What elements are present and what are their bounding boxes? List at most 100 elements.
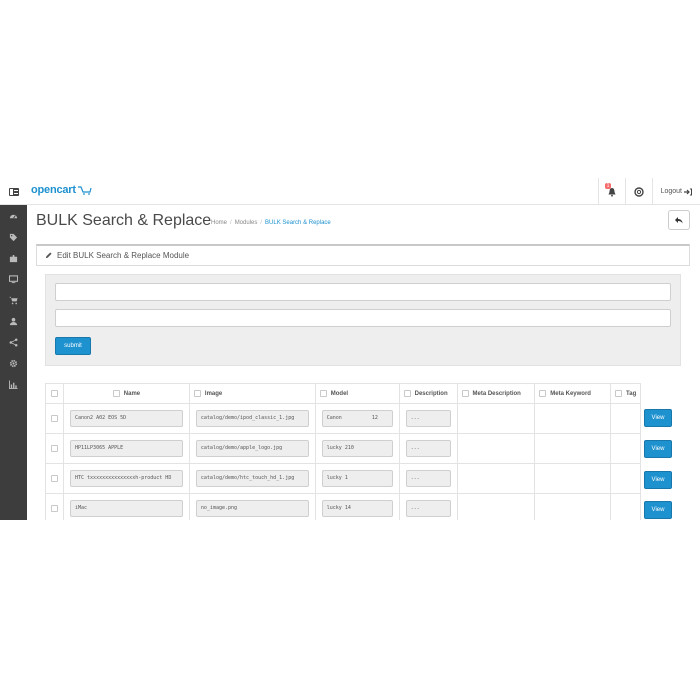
opencart-logo[interactable]: opencart xyxy=(31,184,92,196)
sidebar-item-dashboard[interactable] xyxy=(7,210,19,222)
name-field[interactable]: iMac xyxy=(70,500,183,517)
cart-icon xyxy=(8,296,18,304)
description-field[interactable]: ... xyxy=(405,500,451,517)
table-row: Canon2 A02 EOS 5D catalog/demo/ipod_clas… xyxy=(45,403,641,434)
meta-keyword-cell xyxy=(534,403,612,434)
sidebar-item-reports[interactable] xyxy=(7,378,19,390)
image-field[interactable]: catalog/demo/ipod_classic_1.jpg xyxy=(195,410,309,427)
dashboard-icon xyxy=(9,214,17,219)
sidebar xyxy=(0,205,27,520)
model-field[interactable]: lucky 1 xyxy=(321,470,393,487)
logout-label: Logout xyxy=(660,188,682,195)
products-table: Name Image Model Description Meta Descri… xyxy=(45,383,641,520)
name-field[interactable]: HTC txxxxxxxxxxxxxxxh-product HD xyxy=(70,470,183,487)
column-checkbox-tag[interactable] xyxy=(615,389,623,397)
name-field[interactable]: HP11LP3065 APPLE xyxy=(70,440,183,457)
search-replace-form: submit xyxy=(45,274,681,366)
image-field[interactable]: catalog/demo/apple_logo.jpg xyxy=(195,440,309,457)
name-field[interactable]: Canon2 A02 EOS 5D xyxy=(70,410,183,427)
model-field[interactable]: lucky 14 xyxy=(321,500,393,517)
sidebar-item-customers[interactable] xyxy=(7,315,19,327)
column-label-meta-description: Meta Description xyxy=(472,391,521,398)
meta-keyword-cell xyxy=(534,463,612,494)
column-header-tag: Tag xyxy=(610,383,641,404)
replace-input[interactable] xyxy=(55,309,671,327)
breadcrumb-separator: / xyxy=(260,220,263,226)
notification-badge: 1 xyxy=(604,183,612,189)
meta-description-cell xyxy=(456,493,536,520)
user-icon xyxy=(9,317,17,325)
bar-chart-icon xyxy=(8,379,18,389)
meta-keyword-cell xyxy=(534,493,612,520)
column-checkbox-model[interactable] xyxy=(319,389,327,397)
description-field[interactable]: ... xyxy=(405,470,451,487)
life-ring-icon xyxy=(633,186,644,197)
submit-button[interactable]: submit xyxy=(55,337,91,355)
cart-logo-icon xyxy=(77,185,92,195)
column-label-tag: Tag xyxy=(626,391,637,398)
select-all-checkbox[interactable] xyxy=(51,389,58,397)
description-field[interactable]: ... xyxy=(405,410,451,427)
puzzle-icon xyxy=(9,254,17,262)
image-field[interactable]: no_image.png xyxy=(195,500,309,517)
column-checkbox-image[interactable] xyxy=(193,389,201,397)
view-button[interactable]: View xyxy=(644,471,672,489)
tags-icon xyxy=(9,233,17,241)
admin-window: opencart 1 Logout BULK Search & Replace … xyxy=(0,178,700,520)
column-label-image: Image xyxy=(204,391,223,398)
column-header-description: Description xyxy=(398,383,458,404)
menu-toggle-button[interactable] xyxy=(0,178,27,205)
row-checkbox[interactable] xyxy=(51,444,58,452)
logo-text: opencart xyxy=(31,184,76,196)
logout-link[interactable]: Logout xyxy=(651,178,700,205)
breadcrumb-current[interactable]: BULK Search & Replace xyxy=(265,220,331,226)
sidebar-item-extensions[interactable] xyxy=(7,252,19,264)
row-checkbox[interactable] xyxy=(51,474,58,482)
column-label-meta-keyword: Meta Keyword xyxy=(550,391,591,398)
column-checkbox-name[interactable] xyxy=(112,389,120,397)
meta-description-cell xyxy=(456,433,536,464)
view-button[interactable]: View xyxy=(644,409,672,427)
table-row: iMac no_image.png lucky 14 ... xyxy=(45,493,641,520)
notifications-button[interactable]: 1 xyxy=(597,178,625,205)
description-field[interactable]: ... xyxy=(405,440,451,457)
view-button[interactable]: View xyxy=(644,440,672,458)
column-checkbox-meta-keyword[interactable] xyxy=(539,389,547,397)
breadcrumb-modules[interactable]: Modules xyxy=(235,220,258,226)
sign-out-icon xyxy=(684,188,692,195)
desktop-icon xyxy=(8,274,18,283)
cog-icon xyxy=(9,359,17,367)
select-all-header xyxy=(45,383,64,404)
sidebar-item-sales[interactable] xyxy=(7,294,19,306)
column-header-image: Image xyxy=(188,383,316,404)
model-field[interactable]: lucky 210 xyxy=(321,440,393,457)
sidebar-item-marketing[interactable] xyxy=(7,336,19,348)
row-checkbox[interactable] xyxy=(51,414,58,422)
image-field[interactable]: catalog/demo/htc_touch_hd_1.jpg xyxy=(195,470,309,487)
table-row: HP11LP3065 APPLE catalog/demo/apple_logo… xyxy=(45,433,641,464)
column-header-model: Model xyxy=(314,383,400,404)
sidebar-item-design[interactable] xyxy=(7,273,19,285)
model-field[interactable]: Canon 12 xyxy=(321,410,393,427)
header: opencart 1 Logout xyxy=(0,178,700,205)
breadcrumb-home[interactable]: Home xyxy=(211,220,227,226)
table-header-row: Name Image Model Description Meta Descri… xyxy=(45,383,641,404)
back-button[interactable] xyxy=(668,210,690,230)
column-checkbox-description[interactable] xyxy=(403,389,411,397)
column-checkbox-meta-description[interactable] xyxy=(461,389,469,397)
meta-keyword-cell xyxy=(534,433,612,464)
tag-cell xyxy=(610,403,641,434)
panel-title: Edit BULK Search & Replace Module xyxy=(57,251,190,260)
tag-cell xyxy=(610,493,641,520)
sidebar-item-catalog[interactable] xyxy=(7,231,19,243)
row-checkbox[interactable] xyxy=(51,504,58,512)
tag-cell xyxy=(610,433,641,464)
view-button[interactable]: View xyxy=(644,501,672,519)
search-input[interactable] xyxy=(55,283,671,301)
breadcrumb-separator: / xyxy=(230,220,232,226)
table-row: HTC txxxxxxxxxxxxxxxh-product HD catalog… xyxy=(45,463,641,494)
meta-description-cell xyxy=(456,463,536,494)
sidebar-item-system[interactable] xyxy=(7,357,19,369)
breadcrumb: Home / Modules / BULK Search & Replace xyxy=(211,220,331,226)
help-button[interactable] xyxy=(624,178,652,205)
